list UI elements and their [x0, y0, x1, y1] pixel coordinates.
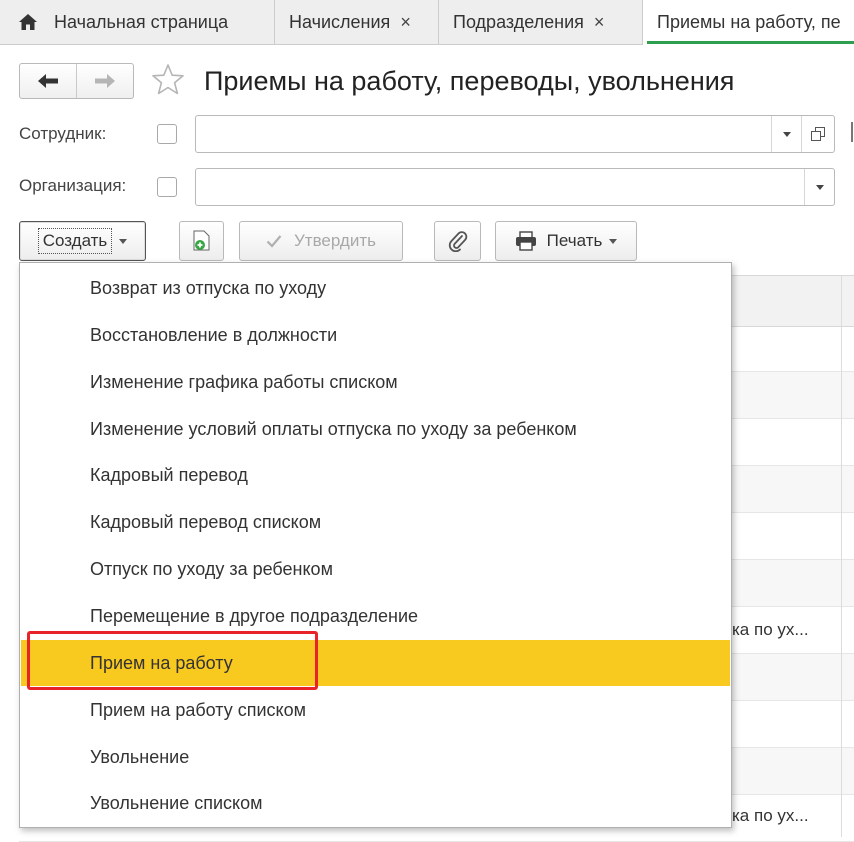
tab-accruals[interactable]: Начисления × [275, 0, 439, 44]
menu-item-label: Увольнение [90, 747, 190, 767]
printer-icon [515, 231, 536, 251]
attach-button[interactable] [434, 221, 481, 261]
annotation-highlight-box [27, 631, 318, 690]
home-icon [19, 14, 37, 30]
menu-item-label: Отпуск по уходу за ребенком [90, 559, 333, 579]
menu-item-transfer-list[interactable]: Кадровый перевод списком [21, 499, 730, 545]
tab-departments-label: Подразделения [453, 11, 584, 32]
tab-bar: Начальная страница Начисления × Подразде… [0, 0, 854, 45]
close-icon[interactable]: × [594, 12, 605, 33]
arrow-left-icon [38, 74, 58, 88]
menu-item-label: Кадровый перевод [90, 465, 248, 485]
menu-item-label: Восстановление в должности [90, 325, 338, 345]
history-nav [19, 63, 134, 99]
open-window-icon [811, 127, 825, 141]
paperclip-icon [448, 231, 467, 252]
approve-button[interactable]: Утвердить [239, 221, 403, 261]
menu-item-childcare-leave[interactable]: Отпуск по уходу за ребенком [21, 546, 730, 592]
create-button-label: Создать [37, 228, 113, 254]
add-document-icon [193, 230, 209, 251]
employee-dropdown-button[interactable] [771, 116, 801, 152]
print-button[interactable]: Печать [495, 221, 637, 261]
checkmark-icon [266, 235, 282, 248]
tab-home-label: Начальная страница [54, 11, 229, 32]
add-based-on-button[interactable] [179, 221, 224, 261]
approve-button-label: Утвердить [293, 231, 376, 250]
menu-item-hiring-list[interactable]: Прием на работу списком [21, 687, 730, 733]
employee-filter-checkbox[interactable] [157, 124, 177, 144]
table-cell: ка по ух... [732, 620, 809, 639]
create-button[interactable]: Создать [19, 221, 146, 261]
create-menu: Возврат из отпуска по уходу Восстановлен… [19, 262, 732, 828]
menu-item-return-from-leave[interactable]: Возврат из отпуска по уходу [21, 265, 730, 311]
chevron-down-icon [782, 131, 791, 137]
menu-item-label: Возврат из отпуска по уходу [90, 278, 327, 298]
tab-home[interactable]: Начальная страница [0, 0, 275, 44]
chevron-down-icon [815, 184, 824, 190]
menu-item-label: Увольнение списком [90, 793, 263, 813]
menu-item-label: Изменение графика работы списком [90, 372, 398, 392]
menu-item-schedule-change-list[interactable]: Изменение графика работы списком [21, 359, 730, 405]
favorite-star-icon[interactable] [150, 62, 186, 98]
tab-hiring[interactable]: Приемы на работу, пе [643, 0, 854, 45]
arrow-right-icon [95, 74, 115, 88]
chevron-down-icon [119, 238, 128, 244]
table-cell: ка по ух... [732, 806, 809, 825]
tab-departments[interactable]: Подразделения × [439, 0, 643, 44]
forward-button[interactable] [76, 64, 133, 98]
menu-item-label: Прием на работу списком [90, 700, 306, 720]
employee-field[interactable] [195, 115, 835, 153]
organization-field[interactable] [195, 168, 835, 206]
employee-open-button[interactable] [801, 116, 834, 152]
close-icon[interactable]: × [400, 12, 411, 33]
menu-item-dismissal[interactable]: Увольнение [21, 734, 730, 780]
organization-dropdown-button[interactable] [804, 169, 834, 205]
tab-hiring-label: Приемы на работу, пе [657, 12, 841, 32]
menu-item-label: Кадровый перевод списком [90, 512, 322, 532]
print-button-label: Печать [546, 231, 603, 250]
menu-item-reinstatement[interactable]: Восстановление в должности [21, 312, 730, 358]
organization-filter-checkbox[interactable] [157, 177, 177, 197]
chevron-down-icon [609, 238, 618, 244]
menu-item-transfer[interactable]: Кадровый перевод [21, 452, 730, 498]
menu-item-dismissal-list[interactable]: Увольнение списком [21, 780, 730, 826]
organization-label: Организация: [19, 176, 127, 195]
back-button[interactable] [20, 64, 76, 98]
cut-off-control [851, 122, 853, 142]
tab-accruals-label: Начисления [289, 11, 391, 32]
column-divider [841, 275, 842, 837]
employee-label: Сотрудник: [19, 124, 107, 143]
menu-item-leave-payment-change[interactable]: Изменение условий оплаты отпуска по уход… [21, 406, 730, 452]
menu-item-label: Изменение условий оплаты отпуска по уход… [90, 419, 577, 439]
page-title: Приемы на работу, переводы, увольнения [204, 66, 735, 96]
